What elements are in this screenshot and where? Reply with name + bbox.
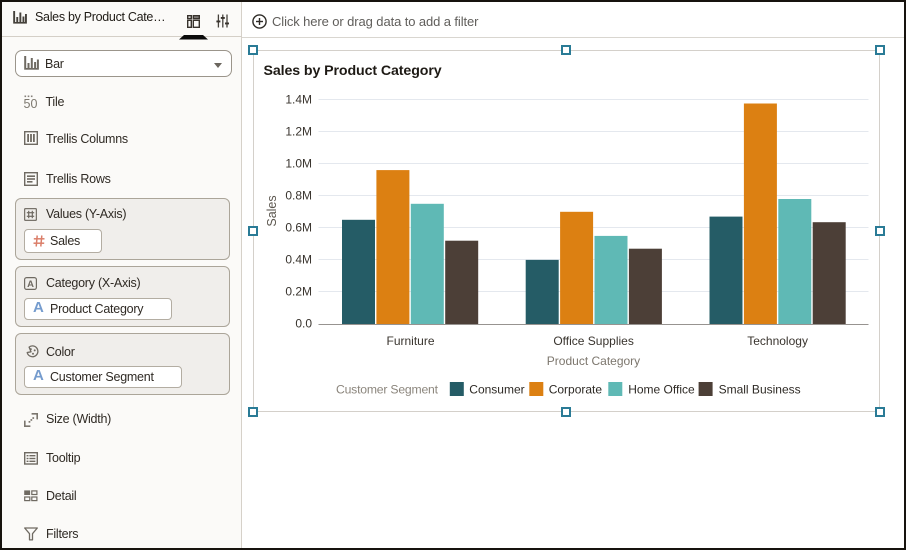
svg-text:Sales by Product Category: Sales by Product Category <box>264 63 442 79</box>
svg-text:0.2M: 0.2M <box>285 285 312 299</box>
svg-text:1.0M: 1.0M <box>285 157 312 171</box>
svg-text:Furniture: Furniture <box>386 334 434 348</box>
svg-text:A: A <box>27 279 34 290</box>
svg-text:Customer Segment: Customer Segment <box>336 383 439 397</box>
svg-text:50: 50 <box>24 97 38 109</box>
svg-text:Home Office: Home Office <box>628 383 695 397</box>
svg-text:0.8M: 0.8M <box>285 189 312 203</box>
svg-text:1.2M: 1.2M <box>285 125 312 139</box>
svg-text:1.4M: 1.4M <box>285 93 312 107</box>
svg-text:Consumer: Consumer <box>469 383 524 397</box>
svg-text:Corporate: Corporate <box>549 383 603 397</box>
svg-text:Office Supplies: Office Supplies <box>553 334 634 348</box>
svg-text:Small Business: Small Business <box>719 383 801 397</box>
svg-text:Sales: Sales <box>265 195 279 226</box>
svg-text:Technology: Technology <box>747 334 808 348</box>
svg-text:0.6M: 0.6M <box>285 221 312 235</box>
svg-text:0.0: 0.0 <box>295 317 312 331</box>
svg-text:0.4M: 0.4M <box>285 253 312 267</box>
svg-text:Product Category: Product Category <box>547 354 640 368</box>
